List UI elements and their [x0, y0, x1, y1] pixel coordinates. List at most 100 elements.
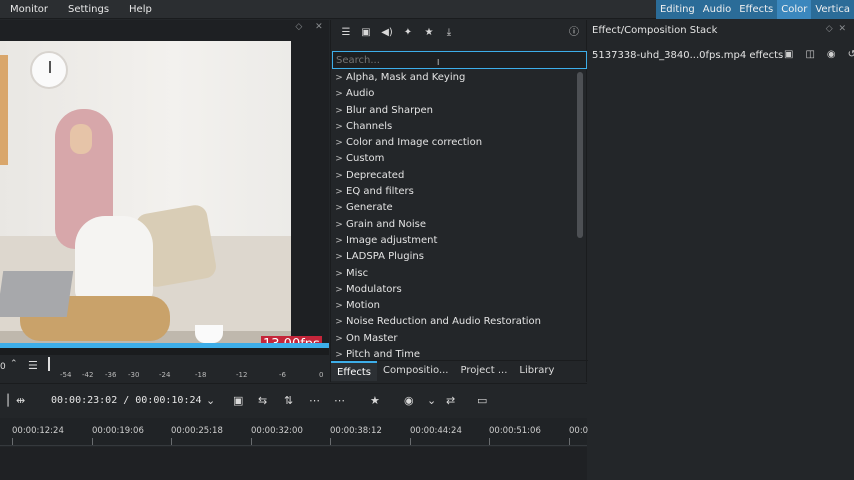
effects-scrollbar[interactable]	[577, 72, 583, 238]
list-item[interactable]: > Alpha, Mask and Keying	[332, 70, 577, 86]
overlay-icon[interactable]: ▣	[233, 394, 243, 407]
compare-icon[interactable]: ◫	[805, 49, 814, 60]
menu-bar: Monitor Settings Help Editing Audio Effe…	[0, 0, 854, 19]
menu-settings[interactable]: Settings	[58, 0, 119, 19]
overwrite-icon[interactable]: ⇅	[284, 394, 293, 407]
menu-help[interactable]: Help	[119, 0, 162, 19]
workspace-tab-color[interactable]: Color	[777, 0, 812, 19]
chevron-right-icon: >	[335, 105, 343, 116]
chevron-right-icon: >	[335, 284, 343, 295]
chevron-down-icon[interactable]: ⌄	[206, 394, 215, 407]
float-icon[interactable]: ◇	[826, 24, 833, 34]
list-item[interactable]: > Custom	[332, 151, 577, 167]
chevron-right-icon: >	[335, 252, 343, 263]
undo-icon[interactable]: ↺	[848, 49, 854, 60]
insert-icon[interactable]: ⇆	[258, 394, 267, 407]
tab-library[interactable]: Library	[513, 361, 560, 381]
star-icon[interactable]: ★	[370, 394, 380, 407]
list-item[interactable]: > Image adjustment	[332, 233, 577, 249]
info-icon[interactable]: ⓘ	[567, 26, 581, 40]
category-label: Motion	[346, 300, 380, 312]
list-item[interactable]: > Noise Reduction and Audio Restoration	[332, 314, 577, 330]
save-icon[interactable]: ▣	[784, 49, 793, 60]
ruler-label: 00:0	[569, 426, 589, 436]
effects-search-input[interactable]	[332, 51, 587, 69]
meter-cursor[interactable]	[48, 357, 50, 371]
custom-effects-icon[interactable]: ✦	[401, 26, 415, 40]
tab-effects[interactable]: Effects	[331, 361, 377, 381]
timeline-tracks[interactable]	[0, 447, 587, 480]
workspace-tab-editing[interactable]: Editing	[656, 0, 699, 19]
video-face	[70, 124, 92, 154]
record-icon[interactable]: ◉	[404, 394, 414, 407]
list-item[interactable]: > Modulators	[332, 282, 577, 298]
list-icon[interactable]: ☰	[339, 26, 353, 40]
list-item[interactable]: > On Master	[332, 331, 577, 347]
ripple-icon[interactable]: ⋯	[309, 394, 320, 407]
menu-monitor[interactable]: Monitor	[0, 0, 58, 19]
category-label: Alpha, Mask and Keying	[346, 72, 466, 83]
tab-project[interactable]: Project ...	[454, 361, 513, 381]
list-item[interactable]: > Blur and Sharpen	[332, 103, 577, 119]
chevron-right-icon: >	[335, 219, 343, 230]
text-cursor-icon: I	[437, 58, 440, 67]
ruler-label: 00:00:32:00	[251, 426, 303, 436]
category-label: EQ and filters	[346, 186, 414, 198]
list-item[interactable]: > EQ and filters	[332, 184, 577, 200]
menu-icon[interactable]: ☰	[28, 359, 38, 372]
list-item[interactable]: > Generate	[332, 200, 577, 216]
category-label: Blur and Sharpen	[346, 104, 434, 116]
workspace-tab-effects[interactable]: Effects	[735, 0, 777, 19]
list-item[interactable]: > Audio	[332, 86, 577, 102]
category-label: Generate	[346, 202, 393, 214]
ruler-label: 00:00:51:06	[489, 426, 541, 436]
clip-effects-label: 5137338-uhd_3840...0fps.mp4 effects	[592, 50, 784, 61]
ruler-tick	[92, 438, 93, 445]
chevron-down-icon[interactable]: ⌄	[427, 394, 436, 407]
category-label: Color and Image correction	[346, 137, 483, 149]
ruler-tick	[569, 438, 570, 445]
list-item[interactable]: > Motion	[332, 298, 577, 314]
split-icon[interactable]: ⇹	[16, 394, 25, 407]
float-icon[interactable]: ◇	[295, 22, 302, 38]
meter-tick: -6	[279, 371, 286, 379]
panel-title: Effect/Composition Stack	[592, 25, 718, 36]
video-effects-icon[interactable]: ▣	[359, 26, 373, 40]
snap-icon[interactable]: ⋯	[334, 394, 345, 407]
workspace-tab-vertical[interactable]: Vertica	[811, 0, 854, 19]
ruler-label: 00:00:25:18	[171, 426, 223, 436]
chevron-right-icon: >	[335, 350, 343, 360]
workspace-tab-audio[interactable]: Audio	[699, 0, 735, 19]
track-icon[interactable]: ▕	[0, 394, 8, 407]
list-item[interactable]: > Grain and Noise	[332, 217, 577, 233]
chevron-right-icon: >	[335, 301, 343, 312]
list-item[interactable]: > Color and Image correction	[332, 135, 577, 151]
effects-panel: ☰ ▣ ◀) ✦ ★ ⤓ ⓘ I >Alpha, Mask and Keying…	[330, 20, 588, 382]
chevron-right-icon: >	[335, 203, 343, 214]
tab-compositions[interactable]: Compositio...	[377, 361, 454, 381]
audio-effects-icon[interactable]: ◀)	[380, 26, 394, 40]
favorite-icon[interactable]: ★	[422, 26, 436, 40]
chevron-right-icon: >	[335, 154, 343, 165]
download-icon[interactable]: ⤓	[442, 26, 456, 40]
close-icon[interactable]: ✕	[838, 24, 846, 34]
timeline-ruler[interactable]: 00:00:12:24 00:00:19:06 00:00:25:18 00:0…	[0, 418, 589, 446]
spin-arrows-icon[interactable]: ⌃	[10, 359, 20, 373]
timeline-timecode[interactable]: 00:00:23:02 / 00:00:10:24	[51, 395, 202, 406]
timeline-toolbar: ▕ ⇹ 00:00:23:02 / 00:00:10:24 ⌄ ▣ ⇆ ⇅ ⋯ …	[0, 383, 587, 417]
effect-stack-panel: Effect/Composition Stack ◇ ✕ 5137338-uhd…	[588, 20, 854, 480]
category-label: Pitch and Time	[346, 349, 420, 360]
list-item[interactable]: > LADSPA Plugins	[332, 249, 577, 265]
eye-icon[interactable]: ◉	[827, 49, 836, 60]
mixer-icon[interactable]: ⇄	[446, 394, 455, 407]
video-preview[interactable]	[0, 41, 291, 358]
screen-icon[interactable]: ▭	[477, 394, 487, 407]
list-item[interactable]: > Channels	[332, 119, 577, 135]
list-item[interactable]: > Pitch and Time	[332, 347, 577, 360]
category-label: Channels	[346, 120, 393, 132]
list-item[interactable]: > Deprecated	[332, 168, 577, 184]
chevron-right-icon: >	[335, 170, 343, 181]
chevron-right-icon: >	[335, 333, 343, 344]
list-item[interactable]: > Misc	[332, 266, 577, 282]
close-icon[interactable]: ✕	[315, 22, 323, 38]
